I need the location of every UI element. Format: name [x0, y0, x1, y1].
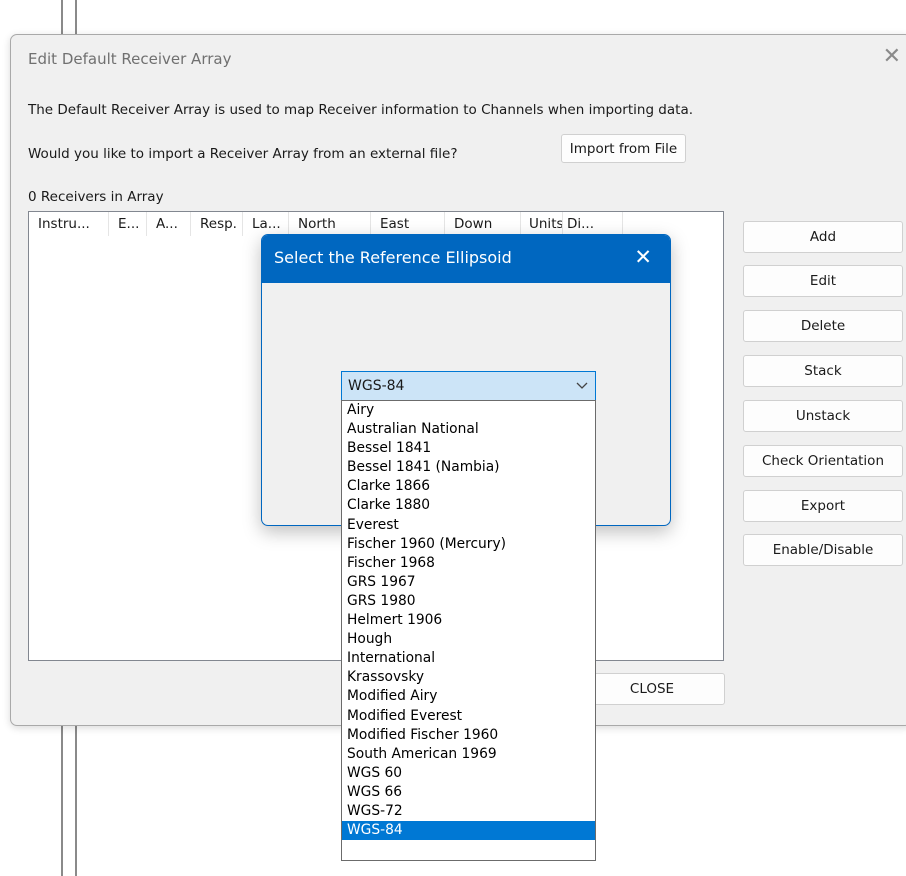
- modal-title: Select the Reference Ellipsoid: [274, 248, 512, 267]
- dropdown-option[interactable]: Fischer 1960 (Mercury): [342, 535, 595, 554]
- column-header[interactable]: North: [289, 212, 371, 236]
- dropdown-option[interactable]: South American 1969: [342, 745, 595, 764]
- dropdown-option[interactable]: Hough: [342, 630, 595, 649]
- column-header[interactable]: Instru...: [29, 212, 109, 236]
- close-icon[interactable]: ✕: [634, 245, 652, 269]
- dialog-title: Edit Default Receiver Array: [28, 50, 232, 68]
- chevron-down-icon[interactable]: [575, 378, 589, 396]
- column-header[interactable]: East: [371, 212, 445, 236]
- column-header[interactable]: Resp.: [191, 212, 243, 236]
- dropdown-option[interactable]: Modified Fischer 1960: [342, 726, 595, 745]
- dropdown-option[interactable]: Krassovsky: [342, 668, 595, 687]
- column-header[interactable]: La...: [243, 212, 289, 236]
- dropdown-option[interactable]: International: [342, 649, 595, 668]
- dropdown-option[interactable]: WGS 66: [342, 783, 595, 802]
- dropdown-option[interactable]: Australian National: [342, 420, 595, 439]
- unstack-button[interactable]: Unstack: [743, 400, 903, 432]
- column-header[interactable]: Down: [445, 212, 521, 236]
- dropdown-option[interactable]: Bessel 1841: [342, 439, 595, 458]
- close-button[interactable]: CLOSE: [579, 673, 725, 705]
- import-from-file-button[interactable]: Import from File: [561, 134, 686, 163]
- dropdown-option[interactable]: Modified Airy: [342, 687, 595, 706]
- column-header[interactable]: A...: [147, 212, 191, 236]
- dropdown-option[interactable]: WGS 60: [342, 764, 595, 783]
- column-header[interactable]: Di...: [563, 212, 623, 236]
- ellipsoid-dropdown-list[interactable]: Airy Australian National Bessel 1841 Bes…: [341, 400, 596, 861]
- background-divider: [61, 0, 63, 36]
- dropdown-option[interactable]: Everest: [342, 516, 595, 535]
- close-icon[interactable]: ✕: [883, 44, 901, 69]
- add-button[interactable]: Add: [743, 221, 903, 253]
- background-divider: [61, 723, 63, 876]
- dropdown-option[interactable]: Clarke 1880: [342, 496, 595, 515]
- dropdown-option[interactable]: WGS-72: [342, 802, 595, 821]
- dropdown-option[interactable]: Clarke 1866: [342, 477, 595, 496]
- modal-titlebar: Select the Reference Ellipsoid ✕: [262, 235, 670, 283]
- dropdown-option[interactable]: Bessel 1841 (Nambia): [342, 458, 595, 477]
- column-header[interactable]: E...: [109, 212, 147, 236]
- intro-text: The Default Receiver Array is used to ma…: [28, 102, 694, 118]
- dropdown-option[interactable]: GRS 1980: [342, 592, 595, 611]
- dropdown-option[interactable]: Helmert 1906: [342, 611, 595, 630]
- edit-button[interactable]: Edit: [743, 265, 903, 297]
- check-orientation-button[interactable]: Check Orientation: [743, 445, 903, 477]
- receiver-count: 0 Receivers in Array: [28, 189, 164, 205]
- enable-disable-button[interactable]: Enable/Disable: [743, 534, 903, 566]
- dropdown-option[interactable]: GRS 1967: [342, 573, 595, 592]
- column-header[interactable]: Units: [521, 212, 563, 236]
- export-button[interactable]: Export: [743, 490, 903, 522]
- background-divider: [75, 0, 77, 36]
- import-question: Would you like to import a Receiver Arra…: [28, 146, 458, 162]
- dropdown-option[interactable]: Fischer 1968: [342, 554, 595, 573]
- delete-button[interactable]: Delete: [743, 310, 903, 342]
- dropdown-option[interactable]: Airy: [342, 401, 595, 420]
- dropdown-option[interactable]: Modified Everest: [342, 707, 595, 726]
- ellipsoid-select[interactable]: WGS-84: [341, 371, 596, 401]
- selected-ellipsoid: WGS-84: [348, 378, 405, 394]
- dropdown-option-selected[interactable]: WGS-84: [342, 821, 595, 841]
- stack-button[interactable]: Stack: [743, 355, 903, 387]
- background-divider: [75, 723, 77, 876]
